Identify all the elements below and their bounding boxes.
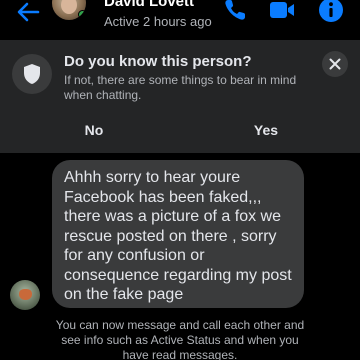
info-icon[interactable] bbox=[317, 0, 345, 24]
card-title: Do you know this person? bbox=[64, 53, 252, 70]
video-camera-icon[interactable] bbox=[268, 0, 296, 24]
shield-icon bbox=[24, 64, 40, 84]
sender-avatar[interactable] bbox=[10, 280, 40, 310]
active-badge bbox=[78, 10, 86, 19]
avatar-face bbox=[61, 0, 77, 14]
card-description: If not, there are some things to bear in… bbox=[64, 73, 297, 102]
close-icon bbox=[329, 58, 341, 70]
no-button[interactable]: No bbox=[10, 113, 178, 147]
fox-image bbox=[19, 289, 32, 300]
contact-name[interactable]: David Lovett bbox=[104, 0, 194, 10]
message-bubble[interactable]: Ahhh sorry to hear youre Facebook has be… bbox=[52, 160, 304, 308]
message-text: Ahhh sorry to hear youre Facebook has be… bbox=[64, 169, 292, 303]
back-arrow-icon[interactable] bbox=[14, 0, 42, 26]
contact-avatar[interactable] bbox=[52, 0, 86, 20]
active-status: Active 2 hours ago bbox=[104, 14, 212, 29]
conversation-header: David Lovett Active 2 hours ago bbox=[0, 0, 360, 36]
phone-icon[interactable] bbox=[221, 0, 249, 24]
yes-button[interactable]: Yes bbox=[182, 113, 350, 147]
shield-badge bbox=[12, 54, 52, 94]
connection-notice: You can now message and call each other … bbox=[55, 318, 305, 360]
close-button[interactable] bbox=[322, 51, 348, 77]
